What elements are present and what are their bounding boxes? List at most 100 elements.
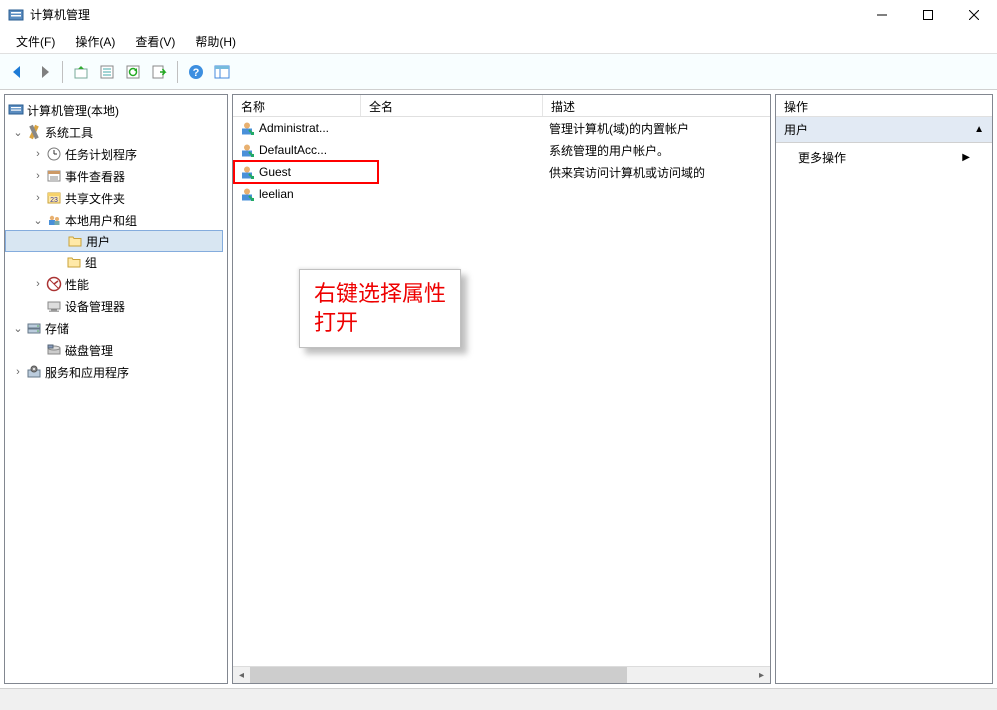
cell-description: 系统管理的用户帐户。 <box>549 142 669 159</box>
col-description[interactable]: 描述 <box>543 95 770 116</box>
tree-disk-mgmt[interactable]: 磁盘管理 <box>5 339 227 361</box>
scroll-left-icon[interactable]: ◂ <box>233 667 250 683</box>
statusbar <box>0 688 997 710</box>
properties-button[interactable] <box>95 60 119 84</box>
titlebar: 计算机管理 <box>0 0 997 30</box>
action-group-label: 用户 <box>784 121 808 138</box>
up-button[interactable] <box>69 60 93 84</box>
tree-shared-folders[interactable]: › 23 共享文件夹 <box>5 187 227 209</box>
chevron-down-icon[interactable]: ⌄ <box>11 125 25 139</box>
refresh-button[interactable] <box>121 60 145 84</box>
app-icon <box>8 7 24 23</box>
clock-icon <box>45 146 63 162</box>
minimize-button[interactable] <box>859 0 905 30</box>
list-body[interactable]: Administrat... 管理计算机(域)的内置帐户 DefaultAcc.… <box>233 117 770 666</box>
annotation-callout: 右键选择属性打开 <box>299 269 461 348</box>
tree-label: 组 <box>85 254 97 271</box>
scroll-right-icon[interactable]: ▸ <box>753 667 770 683</box>
tree-label: 服务和应用程序 <box>45 364 129 381</box>
submenu-icon: ▶ <box>962 152 970 163</box>
client-area: 计算机管理(本地) ⌄ 系统工具 › 任务计划程序 <box>0 90 997 688</box>
performance-icon <box>45 276 63 292</box>
svg-text:?: ? <box>193 67 200 79</box>
list-row[interactable]: leelian <box>233 183 770 205</box>
col-name[interactable]: 名称 <box>233 95 361 116</box>
event-icon <box>45 168 63 184</box>
tree-services-apps[interactable]: › 服务和应用程序 <box>5 361 227 383</box>
tools-icon <box>25 124 43 140</box>
window-title: 计算机管理 <box>30 6 90 23</box>
tree-task-scheduler[interactable]: › 任务计划程序 <box>5 143 227 165</box>
forward-button[interactable] <box>32 60 56 84</box>
computer-mgmt-icon <box>7 102 25 118</box>
help-button[interactable]: ? <box>184 60 208 84</box>
tree-system-tools[interactable]: ⌄ 系统工具 <box>5 121 227 143</box>
col-fullname[interactable]: 全名 <box>361 95 543 116</box>
cell-name: DefaultAcc... <box>259 143 327 157</box>
tree-label: 本地用户和组 <box>65 212 137 229</box>
menu-help[interactable]: 帮助(H) <box>185 30 246 53</box>
menubar: 文件(F) 操作(A) 查看(V) 帮助(H) <box>0 30 997 54</box>
folder-icon <box>66 233 84 249</box>
chevron-right-icon[interactable]: › <box>31 191 45 205</box>
tree-label: 存储 <box>45 320 69 337</box>
show-hide-button[interactable] <box>210 60 234 84</box>
user-icon <box>239 142 255 158</box>
maximize-button[interactable] <box>905 0 951 30</box>
toolbar: ? <box>0 54 997 90</box>
chevron-right-icon[interactable]: › <box>11 365 25 379</box>
cell-name: Guest <box>259 165 291 179</box>
chevron-down-icon[interactable]: ⌄ <box>31 213 45 227</box>
svg-text:23: 23 <box>50 197 58 204</box>
tree-event-viewer[interactable]: › 事件查看器 <box>5 165 227 187</box>
cell-name: leelian <box>259 187 294 201</box>
device-icon <box>45 298 63 314</box>
list-pane: 名称 全名 描述 Administrat... 管理计算机(域)的内置帐户 <box>232 94 771 684</box>
action-pane: 操作 用户 ▲ 更多操作 ▶ <box>775 94 993 684</box>
tree-local-users-groups[interactable]: ⌄ 本地用户和组 <box>5 209 227 231</box>
list-row[interactable]: DefaultAcc... 系统管理的用户帐户。 <box>233 139 770 161</box>
close-button[interactable] <box>951 0 997 30</box>
window-controls <box>859 0 997 30</box>
storage-icon <box>25 320 43 336</box>
tree-view[interactable]: 计算机管理(本地) ⌄ 系统工具 › 任务计划程序 <box>5 95 227 683</box>
tree-root[interactable]: 计算机管理(本地) <box>5 99 227 121</box>
action-group-header[interactable]: 用户 ▲ <box>776 117 992 143</box>
tree-label: 共享文件夹 <box>65 190 125 207</box>
horizontal-scrollbar[interactable]: ◂ ▸ <box>233 666 770 683</box>
list-header: 名称 全名 描述 <box>233 95 770 117</box>
scroll-thumb[interactable] <box>250 667 627 683</box>
list-row[interactable]: Guest 供来宾访问计算机或访问域的 <box>233 161 770 183</box>
menu-file[interactable]: 文件(F) <box>6 30 65 53</box>
cell-description: 供来宾访问计算机或访问域的 <box>549 164 705 181</box>
collapse-icon[interactable]: ▲ <box>974 124 984 135</box>
tree-pane: 计算机管理(本地) ⌄ 系统工具 › 任务计划程序 <box>4 94 228 684</box>
menu-action[interactable]: 操作(A) <box>65 30 125 53</box>
toolbar-separator <box>62 61 63 83</box>
tree-groups[interactable]: 组 <box>5 251 227 273</box>
user-icon <box>239 186 255 202</box>
tree-label: 系统工具 <box>45 124 93 141</box>
tree-users[interactable]: 用户 <box>5 230 223 252</box>
user-icon <box>239 120 255 136</box>
cell-name: Administrat... <box>259 121 329 135</box>
chevron-right-icon[interactable]: › <box>31 147 45 161</box>
chevron-right-icon[interactable]: › <box>31 169 45 183</box>
export-button[interactable] <box>147 60 171 84</box>
services-icon <box>25 364 43 380</box>
menu-view[interactable]: 查看(V) <box>125 30 185 53</box>
annotation-text: 右键选择属性打开 <box>314 281 446 335</box>
action-more[interactable]: 更多操作 ▶ <box>776 143 992 172</box>
tree-label: 事件查看器 <box>65 168 125 185</box>
tree-storage[interactable]: ⌄ 存储 <box>5 317 227 339</box>
chevron-down-icon[interactable]: ⌄ <box>11 321 25 335</box>
folder-icon <box>65 254 83 270</box>
back-button[interactable] <box>6 60 30 84</box>
cell-description: 管理计算机(域)的内置帐户 <box>549 120 689 137</box>
chevron-right-icon[interactable]: › <box>31 277 45 291</box>
scroll-track[interactable] <box>250 667 753 683</box>
tree-device-manager[interactable]: 设备管理器 <box>5 295 227 317</box>
action-label: 更多操作 <box>798 149 846 166</box>
tree-performance[interactable]: › 性能 <box>5 273 227 295</box>
list-row[interactable]: Administrat... 管理计算机(域)的内置帐户 <box>233 117 770 139</box>
